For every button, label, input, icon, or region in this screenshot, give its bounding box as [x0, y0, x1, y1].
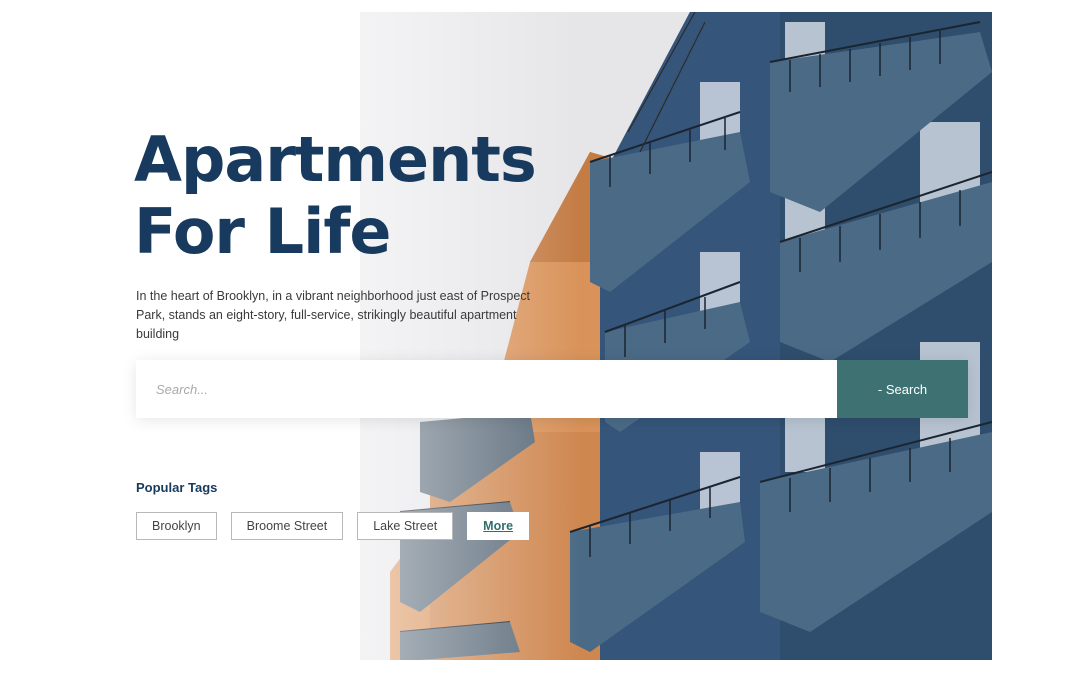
tag-more-link[interactable]: More — [467, 512, 530, 540]
search-input[interactable] — [136, 360, 837, 418]
hero-title-line-1: Apartments — [134, 123, 537, 196]
search-bar: - Search — [136, 360, 968, 418]
popular-tags-list: Brooklyn Broome Street Lake Street More — [136, 512, 530, 540]
hero-subtitle: In the heart of Brooklyn, in a vibrant n… — [136, 289, 530, 341]
tag-lake-street[interactable]: Lake Street — [357, 512, 454, 540]
tag-brooklyn[interactable]: Brooklyn — [136, 512, 217, 540]
hero-title-line-2: For Life — [134, 195, 391, 268]
popular-tags-heading: Popular Tags — [136, 480, 218, 495]
search-button[interactable]: - Search — [837, 360, 968, 418]
tag-broome-street[interactable]: Broome Street — [230, 512, 344, 540]
hero-title: Apartments For Life — [134, 123, 537, 268]
